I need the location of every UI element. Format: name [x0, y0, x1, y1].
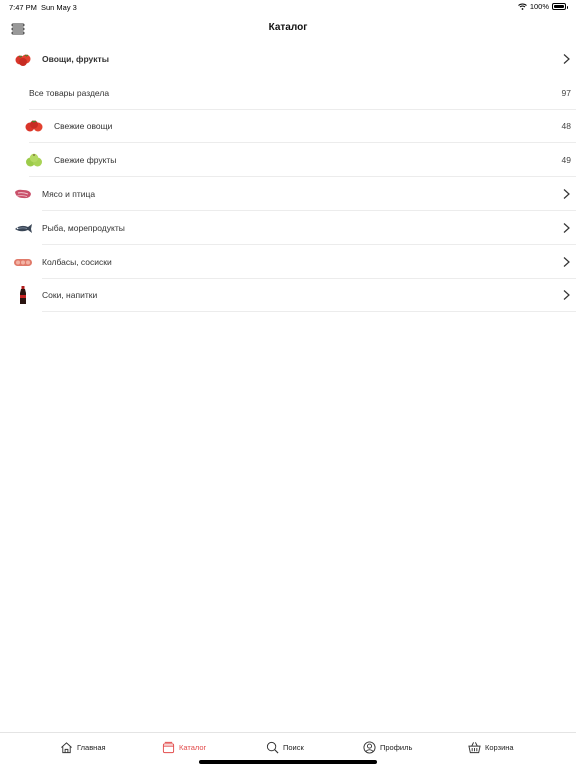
chevron-right-icon: [563, 290, 570, 301]
chevron-right-icon: [563, 189, 570, 200]
home-icon: [61, 741, 72, 753]
tab-search[interactable]: Поиск: [266, 739, 304, 755]
profile-icon: [363, 740, 376, 754]
tomatoes-icon: [25, 120, 43, 132]
battery-percent: 100%: [529, 2, 549, 11]
tab-basket[interactable]: Корзина: [468, 739, 514, 755]
subcategory-count: 49: [561, 155, 571, 166]
tab-label: Корзина: [485, 742, 514, 752]
tab-profile[interactable]: Профиль: [363, 739, 412, 755]
category-label: Колбасы, сосиски: [42, 256, 112, 267]
soda-bottle-icon: [20, 286, 26, 305]
category-label: Соки, напитки: [42, 290, 98, 301]
fish-icon: [15, 223, 32, 233]
catalog-list: Овощи, фрукты Все товары раздела 97 Свеж…: [0, 42, 576, 313]
all-items-row[interactable]: Все товары раздела 97: [0, 76, 576, 110]
category-row-vegetables-fruits[interactable]: Овощи, фрукты: [0, 42, 576, 76]
category-label: Овощи, фрукты: [42, 53, 109, 64]
subcategory-label: Свежие овощи: [54, 121, 113, 132]
status-date: Sun May 3: [41, 3, 77, 12]
home-indicator: [199, 760, 377, 764]
subcategory-row-fresh-vegetables[interactable]: Свежие овощи 48: [0, 110, 576, 144]
status-bar: 7:47 PM Sun May 3 100%: [0, 0, 576, 14]
tomatoes-icon: [15, 54, 31, 66]
sausages-icon: [14, 258, 32, 266]
category-label: Мясо и птица: [42, 189, 96, 200]
tab-home[interactable]: Главная: [60, 739, 106, 755]
tab-label: Главная: [77, 742, 106, 752]
search-icon: [266, 741, 279, 753]
wifi-icon: [517, 3, 527, 10]
tab-label: Профиль: [380, 742, 413, 752]
all-items-count: 97: [561, 87, 571, 98]
category-row-fish[interactable]: Рыба, морепродукты: [0, 211, 576, 245]
subcategory-row-fresh-fruits[interactable]: Свежие фрукты 49: [0, 143, 576, 178]
subcategory-count: 48: [561, 121, 571, 132]
navigation-bar: Каталог: [0, 14, 576, 42]
chevron-right-icon: [563, 256, 570, 267]
divider: [42, 311, 576, 313]
meat-icon: [15, 189, 31, 199]
tab-catalog[interactable]: Каталог: [162, 739, 206, 755]
chevron-right-icon: [563, 53, 570, 64]
catalog-icon: [162, 741, 175, 753]
subcategory-label: Свежие фрукты: [54, 155, 117, 166]
category-label: Рыба, морепродукты: [42, 222, 125, 233]
tab-label: Каталог: [179, 742, 207, 752]
basket-icon: [468, 741, 481, 753]
chevron-right-icon: [563, 222, 570, 233]
battery-icon: [552, 3, 568, 10]
category-row-sausages[interactable]: Колбасы, сосиски: [0, 245, 576, 279]
tab-label: Поиск: [283, 742, 304, 752]
status-time: 7:47 PM: [9, 3, 37, 12]
green-apples-icon: [26, 154, 42, 167]
status-indicators: 100%: [517, 2, 568, 11]
category-row-meat[interactable]: Мясо и птица: [0, 177, 576, 211]
all-items-label: Все товары раздела: [29, 87, 110, 98]
page-title: Каталог: [268, 22, 308, 33]
category-row-drinks[interactable]: Соки, напитки: [0, 279, 576, 313]
